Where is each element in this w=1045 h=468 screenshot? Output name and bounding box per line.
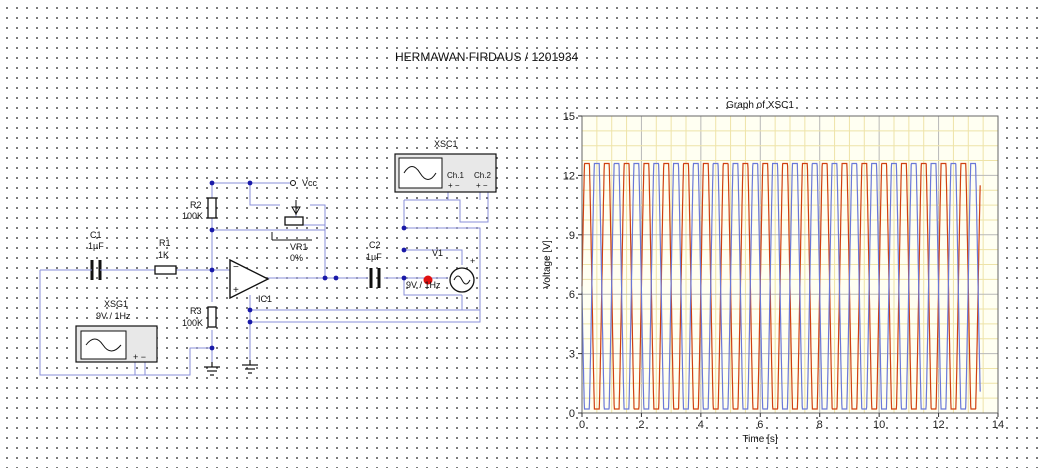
- x-tick-label: 10: [873, 419, 885, 431]
- ground-icon: [242, 360, 258, 374]
- y-tick-label: 6: [569, 289, 575, 301]
- vcc-terminal[interactable]: Vcc: [270, 178, 318, 188]
- r3-value: 100K: [182, 318, 203, 328]
- y-tick-label: 9: [569, 230, 575, 242]
- xsg1-value: 9V / 1Hz: [96, 311, 131, 321]
- xsc1-ch1: Ch.1: [447, 171, 464, 180]
- oscilloscope-xsc1[interactable]: XSC1 Ch.1 Ch.2 + − + −: [394, 139, 497, 193]
- y-tick-label: 3: [569, 349, 575, 361]
- capacitor-c2[interactable]: C2 1µF: [366, 240, 382, 288]
- schematic[interactable]: C1 1µF R1 1K R2 100K R3 100K VR1 0% Vcc …: [0, 0, 515, 468]
- potentiometer-vr1[interactable]: VR1 0%: [271, 200, 312, 263]
- xsc1-ch1-terminals: + −: [448, 181, 460, 190]
- svg-text:+: +: [233, 285, 239, 296]
- resistor-r2[interactable]: R2 100K: [182, 197, 217, 221]
- ic1-ref: IC1: [258, 294, 272, 304]
- y-tick-label: 15: [563, 111, 575, 123]
- x-axis-label: Time [s]: [742, 434, 777, 445]
- x-tick-label: 0: [579, 419, 585, 431]
- r1-ref: R1: [159, 238, 171, 248]
- chart-title: Graph of XSC1: [726, 100, 794, 111]
- r2-value: 100K: [182, 211, 203, 221]
- v1-value: 9V / 1Hz: [406, 280, 441, 290]
- xsg1-ref: XSG1: [104, 299, 128, 309]
- x-tick-label: 8: [817, 419, 823, 431]
- c2-value: 1µF: [366, 252, 382, 262]
- resistor-r3[interactable]: R3 100K: [182, 306, 217, 328]
- x-tick-label: 4: [698, 419, 704, 431]
- c1-value: 1µF: [88, 241, 104, 251]
- xsc1-ref: XSC1: [434, 139, 458, 149]
- xsc1-ch2: Ch.2: [474, 171, 491, 180]
- xsc1-ch2-terminals: + −: [476, 181, 488, 190]
- r2-ref: R2: [190, 200, 202, 210]
- vcc-label: Vcc: [302, 178, 318, 188]
- svg-text:+: +: [470, 256, 475, 266]
- c2-ref: C2: [369, 240, 381, 250]
- x-tick-label: 2: [638, 419, 644, 431]
- xsg1-terminals: + −: [133, 352, 146, 362]
- svg-text:−: −: [233, 262, 239, 273]
- y-tick-label: 12: [563, 170, 575, 182]
- y-axis-label: Voltage [V]: [542, 240, 553, 289]
- y-tick-label: 0: [569, 408, 575, 420]
- v1-ref: V1: [432, 248, 443, 258]
- x-tick-label: 12: [932, 419, 944, 431]
- x-tick-label: 6: [757, 419, 763, 431]
- r3-ref: R3: [190, 306, 202, 316]
- resistor-r1[interactable]: R1 1K: [154, 238, 177, 275]
- x-tick-label: 14: [992, 419, 1004, 431]
- vr1-value: 0%: [290, 253, 303, 263]
- vr1-ref: VR1: [290, 242, 308, 252]
- c1-ref: C1: [90, 230, 102, 240]
- graph-xsc1[interactable]: 0 2 4 6 8 10 12 14 0 3 6 9 12 15 Graph of XSC1 Time [s]…: [515, 92, 1010, 462]
- ac-source-v1[interactable]: + V1 9V / 1Hz: [406, 248, 475, 293]
- capacitor-c1[interactable]: C1 1µF: [88, 230, 104, 280]
- ground-icon: [204, 362, 220, 376]
- function-generator-xsg1[interactable]: XSG1 9V / 1Hz + −: [75, 299, 158, 363]
- opamp-ic1[interactable]: − + IC1: [229, 258, 272, 304]
- r1-value: 1K: [158, 250, 169, 260]
